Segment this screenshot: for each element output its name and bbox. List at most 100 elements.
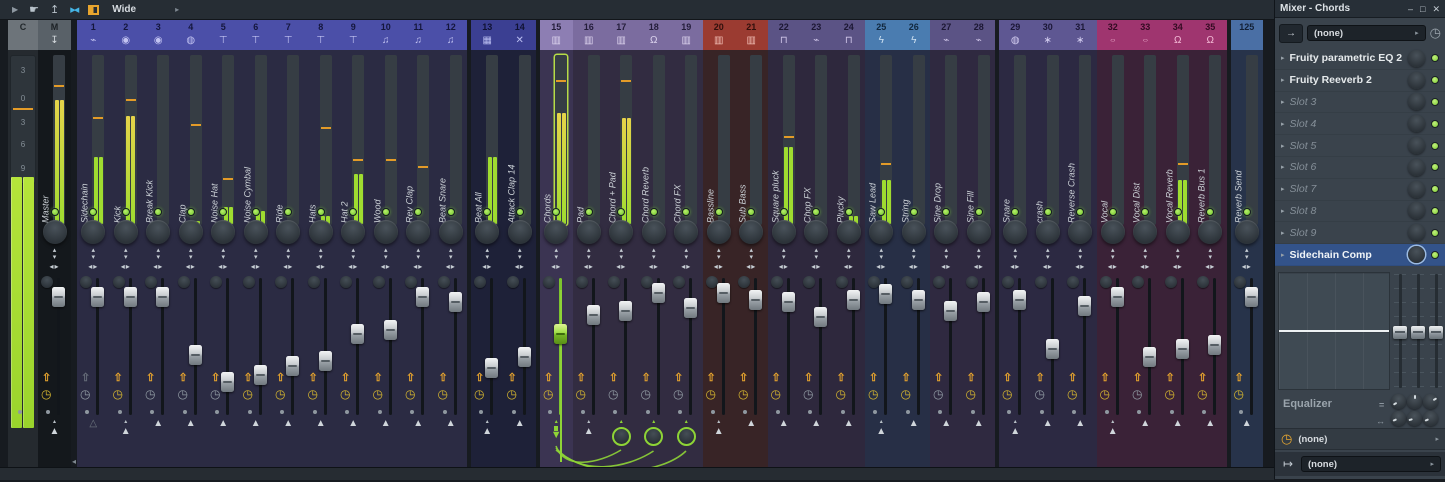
fx-plug-icon[interactable]: ⇧ (374, 372, 383, 384)
automation-clock-icon[interactable]: ◷ (210, 388, 220, 401)
record-dot[interactable] (581, 410, 585, 414)
pan-arrows-icon[interactable]: ◂▸ (833, 263, 866, 271)
pan-knob[interactable] (276, 220, 300, 244)
stereo-sep-arrows-icon[interactable]: ▴ ▾ (1231, 247, 1264, 261)
pan-knob[interactable] (179, 220, 203, 244)
track-header[interactable]: C (8, 20, 38, 50)
fx-plug-icon[interactable]: ⇧ (244, 372, 253, 384)
fx-plug-icon[interactable]: ⇧ (1235, 372, 1244, 384)
stereo-knob[interactable] (543, 276, 555, 288)
stereo-knob[interactable] (405, 276, 417, 288)
stereo-sep-arrows-icon[interactable]: ▴ ▾ (768, 247, 801, 261)
fx-plug-icon[interactable]: ⇧ (609, 372, 618, 384)
route-control[interactable]: ▴ (638, 418, 671, 446)
stereo-sep-arrows-icon[interactable]: ▴ ▾ (142, 247, 175, 261)
fx-plug-icon[interactable]: ⇧ (674, 372, 683, 384)
track-led[interactable] (447, 208, 455, 216)
track-header[interactable]: 24⊓ (833, 20, 866, 50)
automation-clock-icon[interactable]: ◷ (308, 388, 318, 401)
stereo-sep-arrows-icon[interactable]: ▴ ▾ (38, 247, 71, 261)
stereo-knob[interactable] (340, 276, 352, 288)
route-arrow-icon[interactable]: ▲ (1032, 418, 1065, 429)
route-arrow-icon[interactable]: ▲ (38, 426, 71, 437)
route-arrow-icon[interactable]: ▲ (175, 418, 208, 429)
stereo-knob[interactable] (474, 276, 486, 288)
slot-enable-led[interactable] (1431, 76, 1439, 84)
volume-fader[interactable] (52, 287, 65, 307)
pan-knob[interactable] (1036, 220, 1060, 244)
volume-fader[interactable] (91, 287, 104, 307)
record-dot[interactable] (313, 410, 317, 414)
route-arrow-icon[interactable]: ▲ (865, 426, 898, 437)
fx-plug-icon[interactable]: ⇧ (439, 372, 448, 384)
mixer-track-Saw Lead[interactable]: 25ϟSaw Lead▴ ▾◂▸⇧◷▴▲ (865, 20, 898, 467)
fx-plug-icon[interactable]: ⇧ (508, 372, 517, 384)
fx-plug-icon[interactable]: ⇧ (1036, 372, 1045, 384)
fx-plug-icon[interactable]: ⇧ (804, 372, 813, 384)
slot-enable-led[interactable] (1431, 142, 1439, 150)
stereo-sep-arrows-icon[interactable]: ▴ ▾ (930, 247, 963, 261)
fader-track[interactable] (592, 278, 595, 415)
volume-fader[interactable] (587, 305, 600, 325)
volume-fader[interactable] (156, 287, 169, 307)
mixer-track-Kick[interactable]: 2◉Kick▴ ▾◂▸⇧◷▴▲ (110, 20, 143, 467)
stereo-knob[interactable] (1165, 276, 1177, 288)
pan-knob[interactable] (837, 220, 861, 244)
mixer-track-Break Kick[interactable]: 3◉Break Kick▴ ▾◂▸⇧◷▲ (142, 20, 175, 467)
track-header[interactable]: 5⊤ (207, 20, 240, 50)
pan-knob[interactable] (244, 220, 268, 244)
track-header[interactable]: 2◉ (110, 20, 143, 50)
stereo-sep-arrows-icon[interactable]: ▴ ▾ (605, 247, 638, 261)
stereo-knob[interactable] (803, 276, 815, 288)
stereo-sep-arrows-icon[interactable]: ▴ ▾ (240, 247, 273, 261)
route-control[interactable]: ▲ (833, 418, 866, 429)
track-led[interactable] (650, 208, 658, 216)
pan-arrows-icon[interactable]: ◂▸ (768, 263, 801, 271)
pan-knob[interactable] (508, 220, 532, 244)
route-control[interactable]: ▲ (1032, 418, 1065, 429)
stereo-sep-arrows-icon[interactable]: ▴ ▾ (471, 247, 504, 261)
track-led[interactable] (516, 208, 524, 216)
fx-plug-icon[interactable]: ⇧ (967, 372, 976, 384)
volume-fader[interactable] (684, 298, 697, 318)
track-led[interactable] (975, 208, 983, 216)
pan-arrows-icon[interactable]: ◂▸ (638, 263, 671, 271)
pan-knob[interactable] (1235, 220, 1259, 244)
mixer-track-Ride[interactable]: 7⊤Ride▴ ▾◂▸⇧◷▲ (272, 20, 305, 467)
track-header[interactable]: 18Ω (638, 20, 671, 50)
stereo-knob[interactable] (1100, 276, 1112, 288)
mixer-track-Chord FX[interactable]: 19▥Chord FX▴ ▾◂▸⇧◷▴ (670, 20, 703, 467)
route-control[interactable]: ▴▲ (703, 418, 736, 437)
volume-fader[interactable] (1046, 339, 1059, 359)
route-arrow-icon[interactable]: ▲ (1064, 418, 1097, 429)
volume-fader[interactable] (652, 283, 665, 303)
slot-arrow-icon[interactable]: ▸ (1281, 98, 1285, 106)
eq-knob-4[interactable] (1391, 411, 1406, 426)
fx-plug-icon[interactable]: ⇧ (739, 372, 748, 384)
mixer-track-Plucky[interactable]: 24⊓Plucky▴ ▾◂▸⇧◷▲ (833, 20, 866, 467)
record-dot[interactable] (1137, 410, 1141, 414)
track-header[interactable]: 21▥ (735, 20, 768, 50)
route-small-arrow-icon[interactable]: ▴ (865, 418, 898, 426)
track-header[interactable]: 22⊓ (768, 20, 801, 50)
automation-clock-icon[interactable]: ◷ (145, 388, 155, 401)
route-small-arrow-icon[interactable]: ▴ (605, 418, 638, 426)
record-dot[interactable] (1072, 410, 1076, 414)
automation-clock-icon[interactable]: ◷ (901, 388, 911, 401)
pan-arrows-icon[interactable]: ◂▸ (963, 263, 996, 271)
eq-knob-3[interactable] (1423, 394, 1438, 409)
fx-plug-icon[interactable]: ⇧ (1101, 372, 1110, 384)
volume-fader[interactable] (254, 365, 267, 385)
route-control[interactable]: △ (77, 418, 110, 429)
fx-plug-icon[interactable]: ⇧ (309, 372, 318, 384)
fader-track[interactable] (624, 278, 627, 415)
automation-clock-icon[interactable]: ◷ (803, 388, 813, 401)
track-header[interactable]: 34Ω (1162, 20, 1195, 50)
pan-knob[interactable] (1068, 220, 1092, 244)
mixer-track-Attack Clap 14[interactable]: 14✕Attack Clap 14▴ ▾◂▸⇧◷▲ (504, 20, 537, 467)
scroll-left-icon[interactable]: ◂ (72, 457, 76, 466)
fader-track[interactable] (291, 278, 294, 415)
volume-fader[interactable] (944, 301, 957, 321)
track-header[interactable]: 9⊤ (337, 20, 370, 50)
pan-knob[interactable] (1003, 220, 1027, 244)
